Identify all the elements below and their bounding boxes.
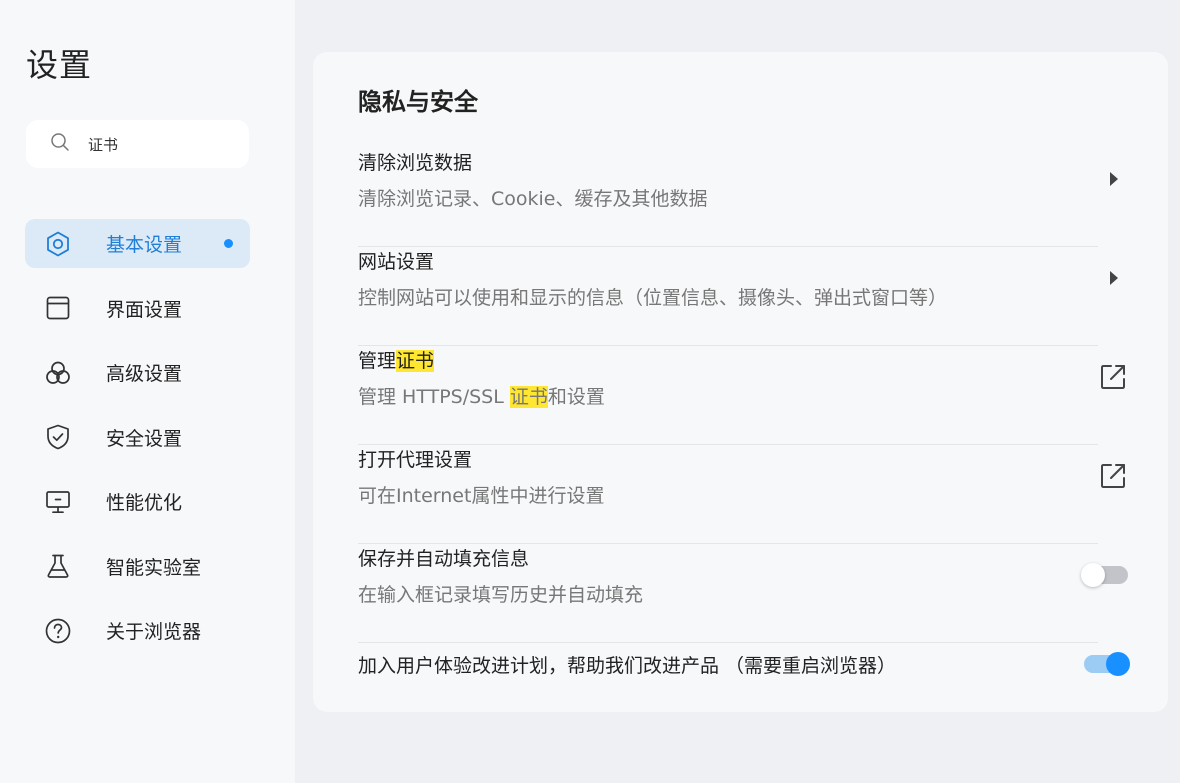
- search-box[interactable]: [26, 120, 249, 168]
- ux-improvement-toggle[interactable]: [1084, 652, 1130, 676]
- sidebar-item-performance[interactable]: 性能优化: [25, 477, 250, 526]
- circles-icon: [44, 359, 72, 387]
- row-title: 加入用户体验改进计划，帮助我们改进产品 （需要重启浏览器）: [358, 655, 897, 677]
- active-dot: [224, 239, 233, 248]
- sidebar-item-advanced-settings[interactable]: 高级设置: [25, 348, 250, 397]
- row-description: 在输入框记录填写历史并自动填充: [358, 584, 644, 606]
- row-title: 保存并自动填充信息: [358, 548, 530, 570]
- row-title: 管理证书: [358, 346, 435, 373]
- row-title-text: 管理: [358, 350, 397, 372]
- sidebar-item-label: 高级设置: [106, 363, 183, 385]
- privacy-security-panel: 隐私与安全 清除浏览数据 清除浏览记录、Cookie、缓存及其他数据 网站设置 …: [313, 52, 1168, 712]
- sidebar-item-label: 安全设置: [106, 427, 183, 450]
- sidebar-item-label: 界面设置: [106, 298, 183, 321]
- shield-icon: [44, 423, 72, 451]
- monitor-icon: [44, 488, 72, 516]
- row-description: 可在Internet属性中进行设置: [358, 485, 605, 507]
- row-title: 网站设置: [358, 251, 435, 273]
- search-highlight: 证书: [396, 350, 435, 372]
- row-description: 清除浏览记录、Cookie、缓存及其他数据: [358, 188, 708, 210]
- chevron-right-icon[interactable]: [1110, 271, 1118, 285]
- hexagon-settings-icon: [44, 230, 72, 258]
- section-title: 隐私与安全: [358, 88, 478, 116]
- page-title: 设置: [26, 46, 93, 84]
- sidebar-item-about[interactable]: 关于浏览器: [25, 606, 250, 655]
- site-settings-row[interactable]: 网站设置 控制网站可以使用和显示的信息（位置信息、摄像头、弹出式窗口等）: [358, 247, 1128, 346]
- proxy-settings-row[interactable]: 打开代理设置 可在Internet属性中进行设置: [358, 445, 1128, 544]
- row-description-text: 和设置: [547, 386, 605, 408]
- search-icon: [50, 132, 70, 156]
- sidebar-item-smart-lab[interactable]: 智能实验室: [25, 542, 250, 591]
- sidebar-nav: 基本设置 界面设置 高级设置 安全设置 性能优化 智能实验室 关于浏览器: [25, 219, 250, 671]
- search-input[interactable]: [88, 135, 228, 153]
- external-link-icon[interactable]: [1098, 362, 1128, 392]
- search-highlight: 证书: [509, 386, 548, 408]
- row-title: 清除浏览数据: [358, 152, 473, 174]
- sidebar: 设置 基本设置 界面设置 高级设置: [0, 0, 295, 783]
- manage-certificates-row[interactable]: 管理证书 管理 HTTPS/SSL 证书和设置: [358, 346, 1128, 445]
- sidebar-item-label: 智能实验室: [106, 556, 202, 579]
- clear-browsing-data-row[interactable]: 清除浏览数据 清除浏览记录、Cookie、缓存及其他数据: [358, 148, 1128, 247]
- autofill-row: 保存并自动填充信息 在输入框记录填写历史并自动填充: [358, 544, 1128, 643]
- autofill-toggle[interactable]: [1081, 563, 1128, 587]
- sidebar-item-label: 基本设置: [106, 234, 183, 256]
- toggle-knob: [1106, 652, 1130, 676]
- sidebar-item-basic-settings[interactable]: 基本设置: [25, 219, 250, 268]
- toggle-knob: [1081, 563, 1105, 587]
- external-link-icon[interactable]: [1098, 461, 1128, 491]
- help-circle-icon: [44, 617, 72, 645]
- ux-improvement-row: 加入用户体验改进计划，帮助我们改进产品 （需要重启浏览器）: [358, 643, 1130, 693]
- row-description: 控制网站可以使用和显示的信息（位置信息、摄像头、弹出式窗口等）: [358, 287, 948, 309]
- row-title: 打开代理设置: [358, 449, 473, 471]
- sidebar-item-label: 性能优化: [106, 492, 183, 514]
- row-description-text: 管理 HTTPS/SSL: [358, 386, 510, 408]
- flask-icon: [44, 552, 72, 580]
- row-description: 管理 HTTPS/SSL 证书和设置: [358, 382, 605, 409]
- sidebar-item-interface-settings[interactable]: 界面设置: [25, 284, 250, 333]
- sidebar-item-label: 关于浏览器: [106, 621, 202, 643]
- window-icon: [44, 294, 72, 322]
- chevron-right-icon[interactable]: [1110, 172, 1118, 186]
- sidebar-item-security-settings[interactable]: 安全设置: [25, 413, 250, 462]
